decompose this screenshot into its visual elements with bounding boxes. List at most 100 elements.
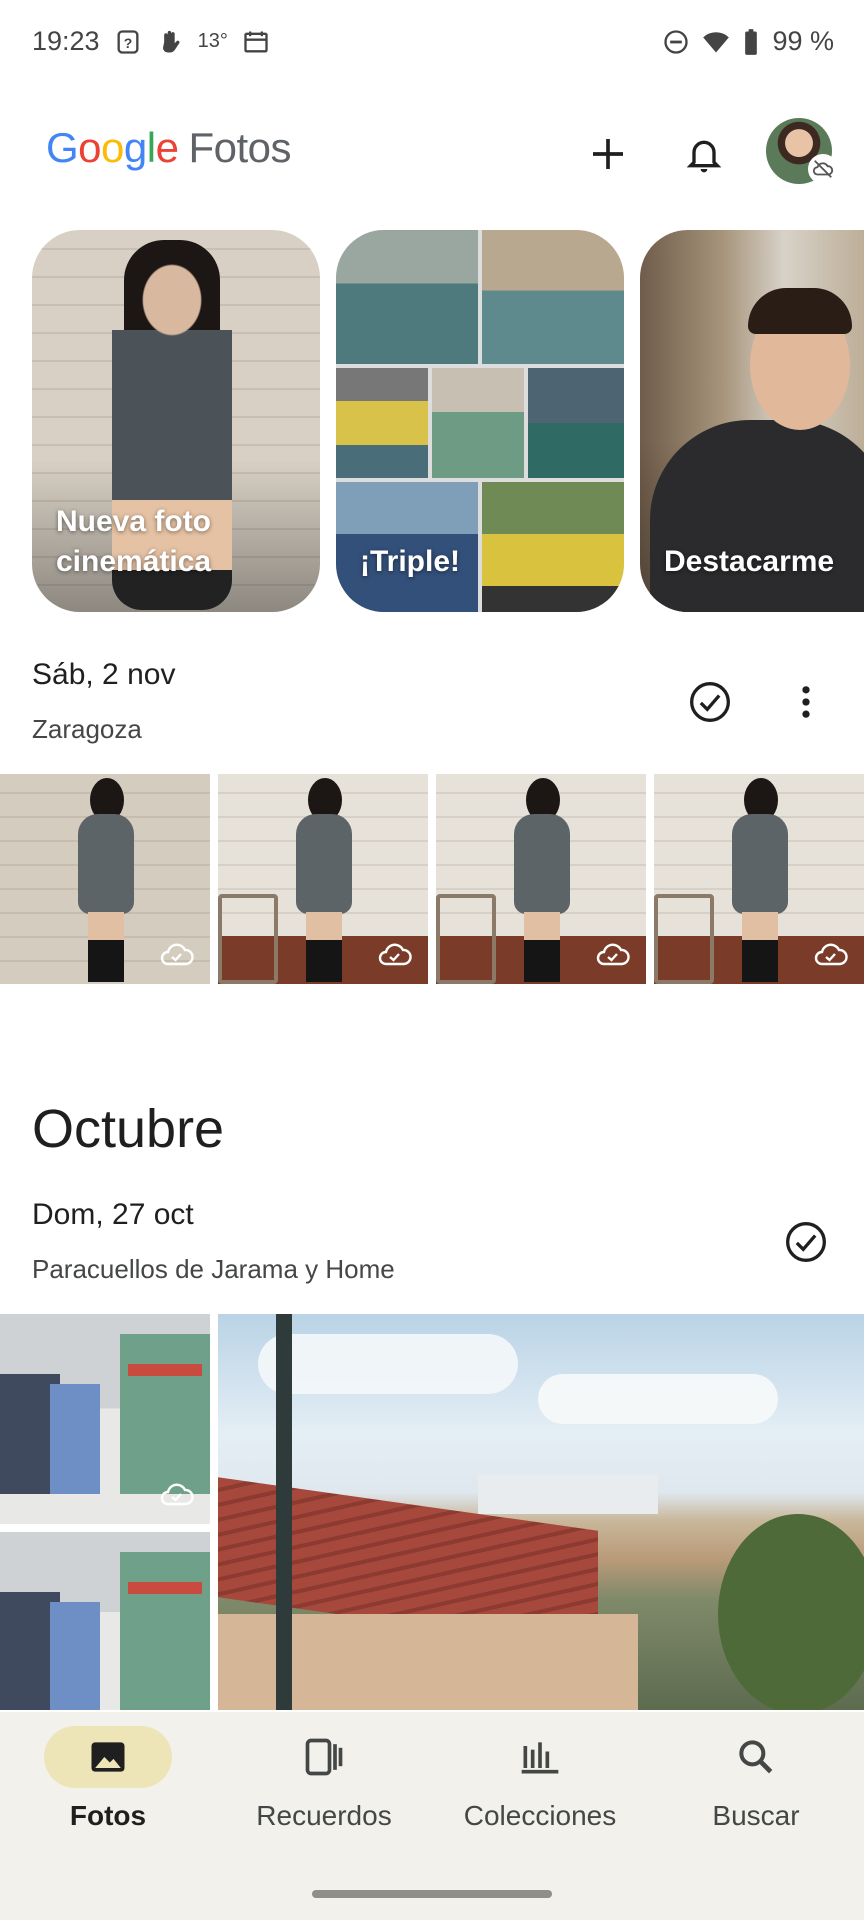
google-photos-logo: Google Fotos xyxy=(46,124,291,171)
nav-indicator xyxy=(260,1726,388,1788)
more-options-button[interactable] xyxy=(786,678,826,726)
photo-subject-legs xyxy=(88,912,124,982)
photo-cloud xyxy=(258,1334,518,1394)
collage-tile xyxy=(432,368,524,478)
nav-label: Recuerdos xyxy=(256,1800,392,1831)
photo-lego-building xyxy=(120,1334,210,1494)
battery-percent: 99 % xyxy=(772,26,834,56)
photo-cloud xyxy=(538,1374,778,1424)
battery-icon xyxy=(742,28,760,56)
cloud-done-icon xyxy=(814,942,848,968)
status-time: 19:23 xyxy=(32,26,100,56)
photo-chair xyxy=(218,894,278,984)
photo-subject-legs xyxy=(524,912,560,982)
collections-icon xyxy=(521,1742,559,1774)
photo-chair xyxy=(436,894,496,984)
month-title: Octubre xyxy=(32,1099,225,1159)
check-circle-icon xyxy=(786,1222,826,1262)
photo-subject xyxy=(514,814,570,914)
cloud-done-icon xyxy=(378,942,412,968)
collage-tile xyxy=(336,368,428,478)
collage-tile xyxy=(336,230,478,364)
memory-hair xyxy=(748,288,852,334)
nav-label: Buscar xyxy=(712,1800,800,1831)
nav-label: Colecciones xyxy=(463,1800,617,1831)
photo-thumbnail-large[interactable] xyxy=(218,1314,864,1710)
photo-pole xyxy=(276,1314,292,1710)
search-icon xyxy=(739,1740,773,1774)
more-vert-icon xyxy=(802,686,810,718)
photo-tree xyxy=(718,1514,864,1710)
photo-lego-detail xyxy=(128,1364,202,1376)
collage-tile xyxy=(482,482,624,612)
calendar-icon xyxy=(242,28,270,56)
collage-tile xyxy=(528,368,624,478)
nav-indicator xyxy=(476,1726,604,1788)
photo-thumbnail[interactable] xyxy=(0,774,210,984)
photo-thumbnail[interactable] xyxy=(436,774,646,984)
check-circle-icon xyxy=(690,682,730,722)
hand-icon xyxy=(156,28,184,56)
photo-thumbnail[interactable] xyxy=(0,1314,210,1524)
cloud-done-icon xyxy=(596,942,630,968)
nav-recuerdos[interactable]: Recuerdos xyxy=(216,1726,432,1846)
cloud-done-icon xyxy=(160,1482,194,1508)
photo-subject-legs xyxy=(742,912,778,982)
photo-thumbnail[interactable] xyxy=(0,1532,210,1710)
photo-icon xyxy=(91,1742,125,1772)
collage-tile xyxy=(482,230,624,364)
memory-card-triple[interactable]: ¡Triple! xyxy=(336,230,624,612)
bell-icon xyxy=(686,140,722,173)
nav-indicator xyxy=(692,1726,820,1788)
memory-label: Nueva foto cinemática xyxy=(56,505,212,578)
memory-person xyxy=(650,420,864,612)
photo-subject xyxy=(732,814,788,914)
svg-text:?: ? xyxy=(123,34,132,50)
photo-subject xyxy=(78,814,134,914)
photo-thumbnail[interactable] xyxy=(654,774,864,984)
memory-label: ¡Triple! xyxy=(360,545,461,578)
nav-colecciones[interactable]: Colecciones xyxy=(432,1726,648,1846)
app-bar: Google Fotos xyxy=(0,110,864,192)
section-location: Zaragoza xyxy=(32,714,142,744)
section-date: Dom, 27 oct xyxy=(32,1198,194,1231)
photo-lego-building xyxy=(50,1384,100,1494)
add-button[interactable] xyxy=(584,130,632,178)
add-icon xyxy=(593,139,623,169)
wifi-icon xyxy=(702,28,730,56)
select-day-button[interactable] xyxy=(782,1218,830,1266)
photo-subject-legs xyxy=(306,912,342,982)
photo-lego-detail xyxy=(128,1582,202,1594)
photo-building xyxy=(478,1474,658,1514)
section-date: Sáb, 2 nov xyxy=(32,658,176,691)
photo-lego-building xyxy=(50,1602,100,1710)
status-left: 19:23 ? 13° xyxy=(32,26,270,57)
memories-carousel: Nueva foto cinemática ¡Triple! Destacarm… xyxy=(0,230,864,612)
nav-buscar[interactable]: Buscar xyxy=(648,1726,864,1846)
status-right: 99 % xyxy=(662,26,834,57)
do-not-disturb-icon xyxy=(662,28,690,56)
photo-grid-row xyxy=(0,1314,864,1710)
memory-label: Destacarme xyxy=(664,545,835,578)
home-indicator[interactable] xyxy=(312,1890,552,1898)
photo-chair xyxy=(654,894,714,984)
nav-indicator xyxy=(44,1726,172,1788)
photo-grid-row xyxy=(0,774,864,984)
photo-thumbnail[interactable] xyxy=(218,774,428,984)
help-box-icon: ? xyxy=(114,28,142,56)
cloud-done-icon xyxy=(160,942,194,968)
photo-lego-building xyxy=(120,1552,210,1710)
bottom-navigation: Fotos Recuerdos Colecciones Buscar xyxy=(0,1712,864,1920)
select-day-button[interactable] xyxy=(686,678,734,726)
memories-icon xyxy=(305,1738,343,1776)
memory-card-highlight[interactable]: Destacarme xyxy=(640,230,864,612)
memory-card-cinematic[interactable]: Nueva foto cinemática xyxy=(32,230,320,612)
nav-fotos[interactable]: Fotos xyxy=(0,1726,216,1846)
logo-product-name: Fotos xyxy=(188,124,291,171)
nav-label: Fotos xyxy=(69,1800,147,1831)
photo-subject xyxy=(296,814,352,914)
section-location: Paracuellos de Jarama y Home xyxy=(32,1254,395,1284)
status-bar: 19:23 ? 13° 99 % xyxy=(0,0,864,86)
backup-off-badge-icon xyxy=(808,154,838,184)
notifications-button[interactable] xyxy=(680,130,728,178)
